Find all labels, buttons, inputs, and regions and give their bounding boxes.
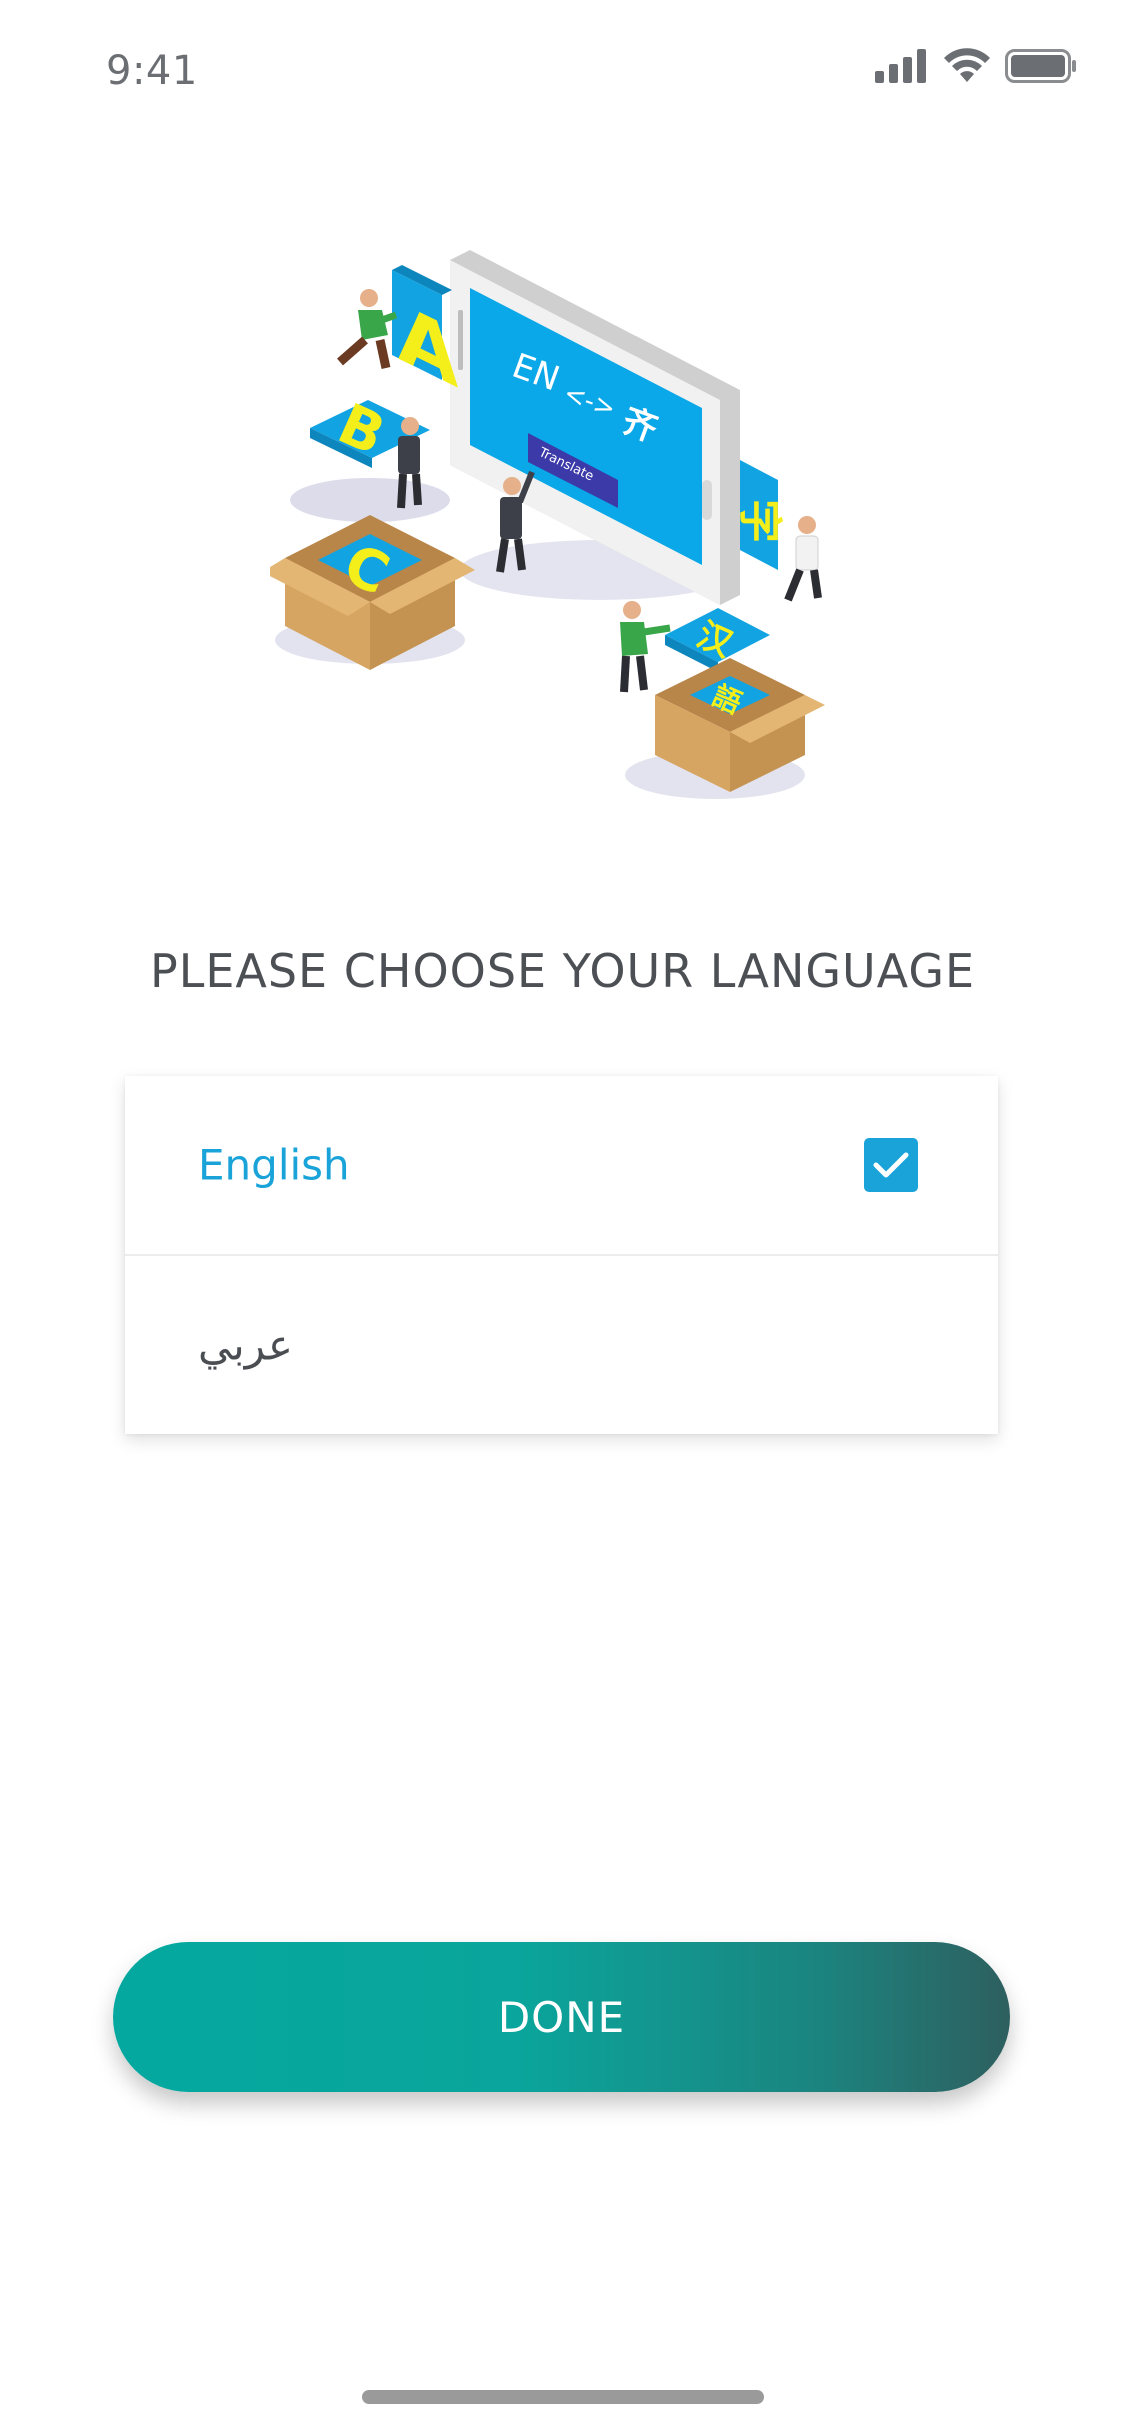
- status-bar: 9:41: [0, 0, 1125, 140]
- wifi-icon: [943, 48, 991, 84]
- language-list: English عربي: [125, 1076, 998, 1434]
- language-label: عربي: [198, 1320, 293, 1370]
- language-option-arabic[interactable]: عربي: [125, 1254, 998, 1434]
- worker-white: [784, 516, 822, 602]
- battery-icon: [1005, 49, 1077, 83]
- svg-text:字: 字: [734, 499, 785, 543]
- chinese-char-tile-held: 汉: [665, 608, 770, 672]
- done-button[interactable]: DONE: [113, 1942, 1010, 2092]
- checkbox-checked[interactable]: [864, 1138, 918, 1192]
- language-label: English: [198, 1140, 350, 1190]
- status-time: 9:41: [106, 48, 198, 94]
- home-indicator[interactable]: [362, 2390, 764, 2404]
- language-option-english[interactable]: English: [125, 1076, 998, 1254]
- chinese-char-tile-right: 字: [734, 460, 785, 570]
- svg-text:A: A: [398, 287, 459, 407]
- check-icon: [873, 1152, 909, 1178]
- letter-a-tile: A: [392, 265, 459, 407]
- worker-green-1: [337, 289, 398, 369]
- status-icons: [875, 48, 1077, 84]
- worker-green-2: [620, 601, 671, 693]
- signal-icon: [875, 49, 929, 83]
- translation-illustration: EN <-> 齐 Translate A B C 字 汉 語: [262, 240, 870, 810]
- svg-text:B: B: [329, 392, 394, 469]
- page-title: PLEASE CHOOSE YOUR LANGUAGE: [149, 944, 976, 998]
